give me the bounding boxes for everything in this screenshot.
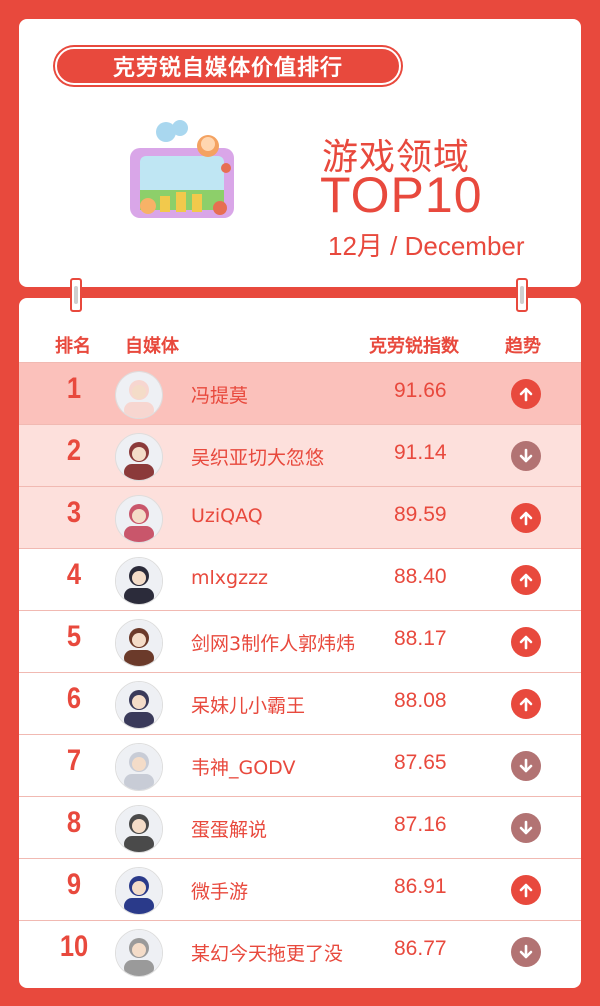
index-score: 88.40: [394, 565, 447, 588]
arrow-up-icon: [511, 627, 541, 657]
avatar: [115, 867, 163, 915]
index-score: 88.08: [394, 689, 447, 712]
index-score: 89.59: [394, 503, 447, 526]
rank-number: 7: [66, 744, 82, 777]
game-illustration-image: [120, 110, 250, 240]
arrow-down-icon: [511, 813, 541, 843]
media-name: 剑网3制作人郭炜炜: [191, 633, 356, 655]
arrow-up-icon: [511, 565, 541, 595]
media-name: 蛋蛋解说: [191, 819, 268, 841]
rank-number: 6: [66, 682, 82, 715]
table-row: 5 剑网3制作人郭炜炜 88.17: [19, 610, 581, 672]
table-row: 7 韦神_GODV 87.65: [19, 734, 581, 796]
rank-number: 5: [66, 620, 82, 653]
index-column-header: 克劳锐指数: [369, 336, 459, 357]
ranking-rows: 1 冯提莫 91.66 2 吴织亚切大忽悠 91.14 3 UziQAQ 89.59 4 mlxgz…: [19, 362, 581, 982]
ranking-title: 克劳锐自媒体价值排行: [55, 47, 401, 85]
avatar: [115, 619, 163, 667]
arrow-down-icon: [511, 937, 541, 967]
table-row: 10 某幻今天拖更了没 86.77: [19, 920, 581, 982]
media-name: 呆妹儿小霸王: [191, 695, 306, 717]
arrow-down-icon: [511, 751, 541, 781]
media-name: UziQAQ: [191, 505, 263, 527]
media-name: 吴织亚切大忽悠: [191, 447, 325, 469]
arrow-up-icon: [511, 875, 541, 905]
table-row: 6 呆妹儿小霸王 88.08: [19, 672, 581, 734]
table-row: 1 冯提莫 91.66: [19, 362, 581, 424]
rank-number: 9: [66, 868, 82, 901]
avatar: [115, 681, 163, 729]
index-score: 88.17: [394, 627, 447, 650]
media-name: 冯提莫: [191, 385, 249, 407]
avatar: [115, 557, 163, 605]
table-row: 4 mlxgzzz 88.40: [19, 548, 581, 610]
index-score: 91.66: [394, 379, 447, 402]
table-row: 8 蛋蛋解说 87.16: [19, 796, 581, 858]
rank-number: 3: [66, 496, 82, 529]
table-row: 9 微手游 86.91: [19, 858, 581, 920]
avatar: [115, 929, 163, 977]
rank-number: 4: [66, 558, 82, 591]
rank-column-header: 排名: [55, 336, 91, 357]
media-name: 韦神_GODV: [191, 757, 296, 779]
arrow-up-icon: [511, 379, 541, 409]
table-row: 3 UziQAQ 89.59: [19, 486, 581, 548]
index-score: 91.14: [394, 441, 447, 464]
top10-heading: TOP10: [320, 167, 483, 223]
ranking-list-card: 排名 自媒体 克劳锐指数 趋势 1 冯提莫 91.66 2 吴织亚切大忽悠 91.14 3 U…: [19, 298, 581, 988]
rank-number: 2: [66, 434, 82, 467]
media-name: 某幻今天拖更了没: [191, 943, 344, 965]
trend-column-header: 趋势: [505, 336, 541, 357]
month-label: 12月 / December: [328, 231, 525, 261]
rank-number: 10: [59, 930, 89, 963]
media-name: mlxgzzz: [191, 567, 269, 589]
avatar: [115, 743, 163, 791]
index-score: 86.77: [394, 937, 447, 960]
index-score: 86.91: [394, 875, 447, 898]
arrow-down-icon: [511, 441, 541, 471]
index-score: 87.65: [394, 751, 447, 774]
table-row: 2 吴织亚切大忽悠 91.14: [19, 424, 581, 486]
arrow-up-icon: [511, 689, 541, 719]
binder-clip-left: [70, 278, 82, 312]
media-column-header: 自媒体: [125, 336, 179, 357]
arrow-up-icon: [511, 503, 541, 533]
binder-clip-right: [516, 278, 528, 312]
avatar: [115, 433, 163, 481]
rank-number: 1: [66, 372, 82, 405]
avatar: [115, 371, 163, 419]
avatar: [115, 495, 163, 543]
media-name: 微手游: [191, 881, 249, 903]
avatar: [115, 805, 163, 853]
rank-number: 8: [66, 806, 82, 839]
index-score: 87.16: [394, 813, 447, 836]
